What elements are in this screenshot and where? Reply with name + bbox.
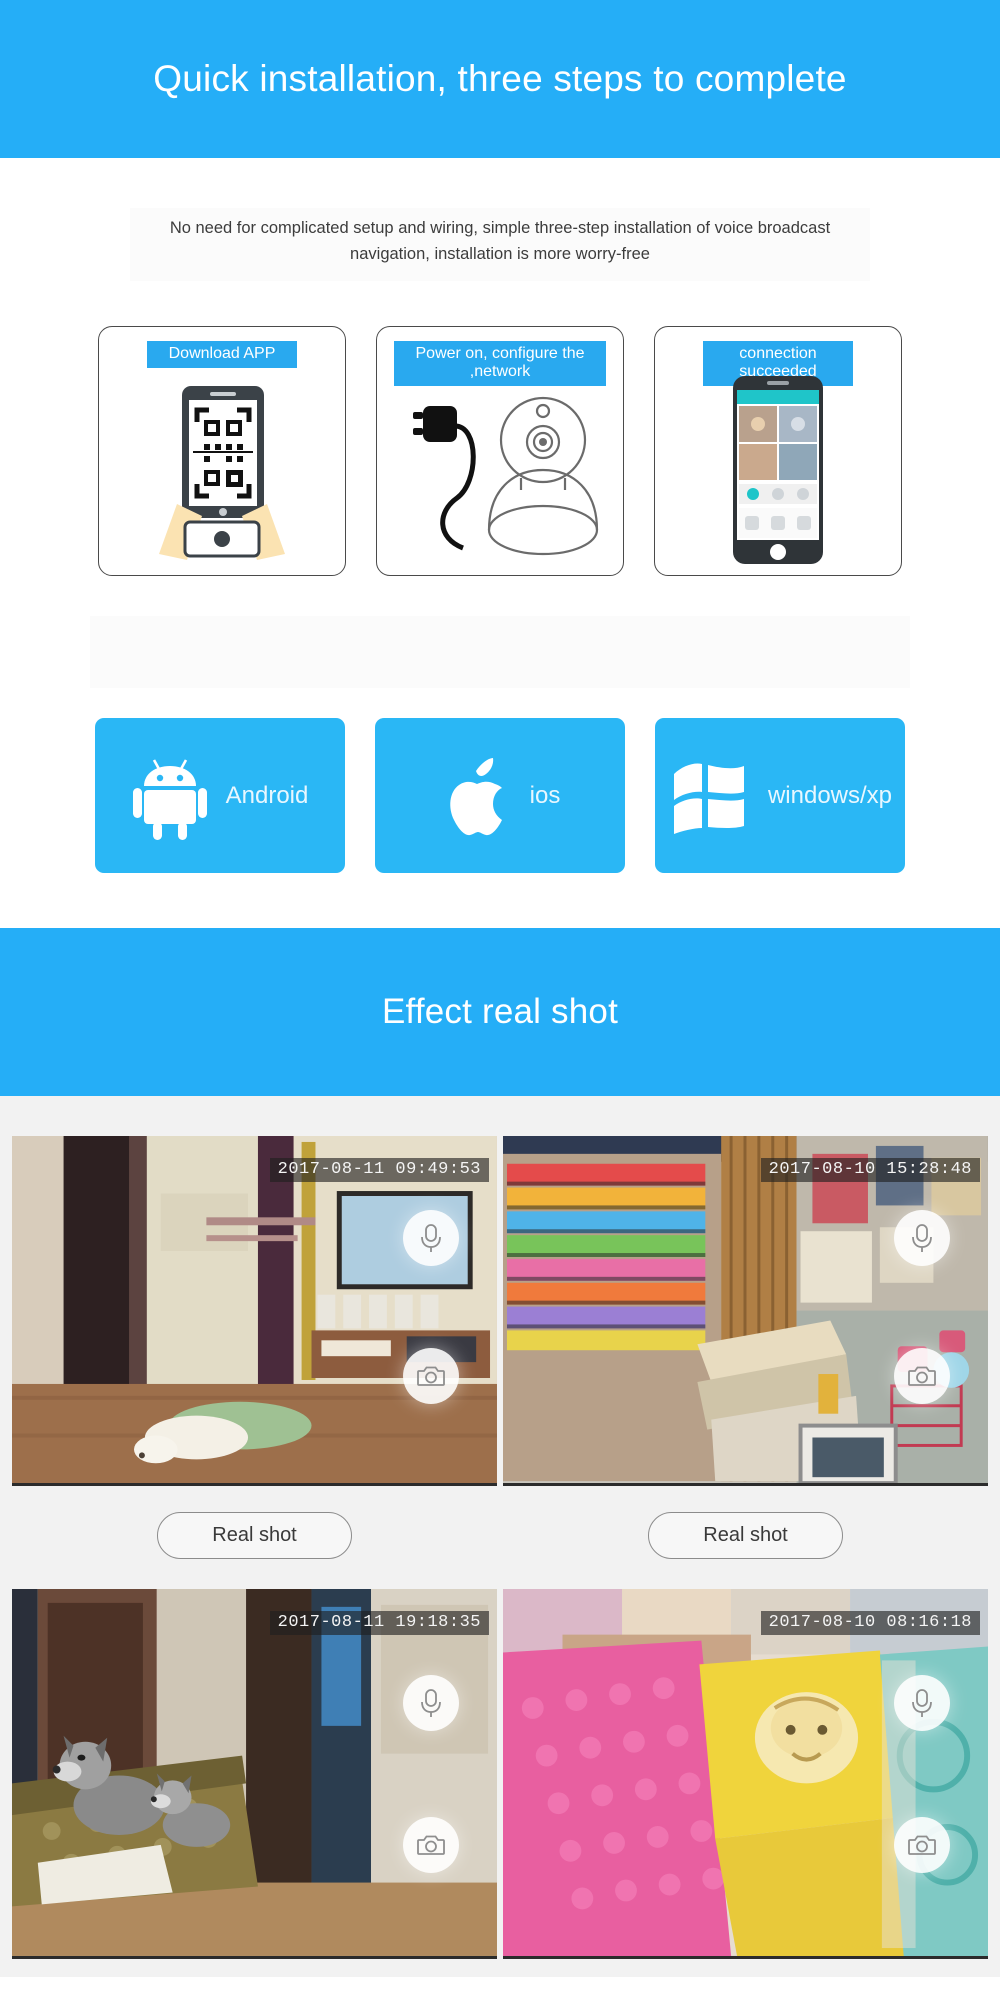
step-card-connection-succeeded[interactable]: connection succeeded: [654, 326, 902, 577]
gallery-banner-title: Effect real shot: [381, 992, 618, 1032]
microphone-icon[interactable]: [894, 1675, 950, 1732]
steps-row: Download APP Power on, configure the ,ne…: [0, 326, 1000, 577]
apple-logo-icon: [440, 752, 512, 840]
step-card-power-configure[interactable]: Power on, configure the ,network: [376, 326, 624, 577]
install-section: No need for complicated setup and wiring…: [0, 158, 1000, 929]
platform-label-android: Android: [225, 781, 309, 809]
shot-timestamp-1: 2017-08-11 09:49:53: [269, 1158, 489, 1183]
step-card-download-app[interactable]: Download APP: [98, 326, 346, 577]
real-shot-button-1[interactable]: Real shot: [157, 1512, 352, 1560]
camera-icon[interactable]: [894, 1348, 950, 1405]
install-banner: Quick installation, three steps to compl…: [0, 0, 1000, 158]
camera-icon[interactable]: [403, 1817, 459, 1874]
microphone-icon[interactable]: [894, 1210, 950, 1267]
tablet-qrcode-hands-icon: [99, 371, 345, 569]
platforms-row: Android ios windows/xp: [0, 718, 1000, 928]
shot-timestamp-2: 2017-08-10 15:28:48: [760, 1158, 980, 1183]
smartphone-live-view-icon: [655, 371, 901, 569]
gallery-section: 2017-08-11 09:49:53 2017-08-10 15:28:48 …: [0, 1096, 1000, 1978]
gallery-bottom-spacer: [0, 1959, 1000, 1978]
install-intro-text: No need for complicated setup and wiring…: [130, 208, 870, 282]
platform-card-ios[interactable]: ios: [375, 718, 625, 874]
shot-living-room-dogs[interactable]: 2017-08-11 19:18:35: [12, 1589, 497, 1960]
microphone-icon[interactable]: [403, 1675, 459, 1732]
shot-row-2: 2017-08-11 19:18:35 2017-08-10 08:16:18: [0, 1589, 1000, 1960]
shot-hallway-dog[interactable]: 2017-08-11 09:49:53: [12, 1136, 497, 1487]
windows-flag-icon: [668, 758, 750, 834]
platform-spacer: [90, 616, 910, 689]
shot-convenience-store[interactable]: 2017-08-10 15:28:48: [503, 1136, 988, 1487]
scene-convenience-store-aisle: [503, 1136, 988, 1484]
scene-hallway-dog-on-bed: [12, 1136, 497, 1484]
gallery-banner: Effect real shot: [0, 928, 1000, 1097]
platform-card-android[interactable]: Android: [95, 718, 345, 874]
scene-living-room-two-dogs-sofa: [12, 1589, 497, 1957]
camera-icon[interactable]: [894, 1817, 950, 1874]
button-cell-1: Real shot: [12, 1512, 497, 1560]
real-shot-button-2[interactable]: Real shot: [648, 1512, 843, 1560]
shot-bedroom-blanket[interactable]: 2017-08-10 08:16:18: [503, 1589, 988, 1960]
android-robot-icon: [132, 752, 208, 840]
intro-wrap: No need for complicated setup and wiring…: [0, 158, 1000, 282]
shot-timestamp-3: 2017-08-11 19:18:35: [269, 1611, 489, 1636]
platform-card-windows[interactable]: windows/xp: [655, 718, 905, 874]
platform-label-windows: windows/xp: [767, 781, 893, 809]
shot-row-1: 2017-08-11 09:49:53 2017-08-10 15:28:48: [0, 1136, 1000, 1487]
camera-icon[interactable]: [403, 1348, 459, 1405]
real-shot-buttons-row: Real shot Real shot: [0, 1512, 1000, 1560]
microphone-icon[interactable]: [403, 1210, 459, 1267]
step-label-1: Download APP: [147, 341, 297, 369]
button-cell-2: Real shot: [503, 1512, 988, 1560]
platform-label-ios: ios: [529, 781, 561, 809]
shot-timestamp-4: 2017-08-10 08:16:18: [760, 1611, 980, 1636]
power-plug-camera-icon: [377, 371, 623, 569]
install-banner-title: Quick installation, three steps to compl…: [153, 58, 847, 99]
scene-bedroom-pink-blanket-baby: [503, 1589, 988, 1957]
